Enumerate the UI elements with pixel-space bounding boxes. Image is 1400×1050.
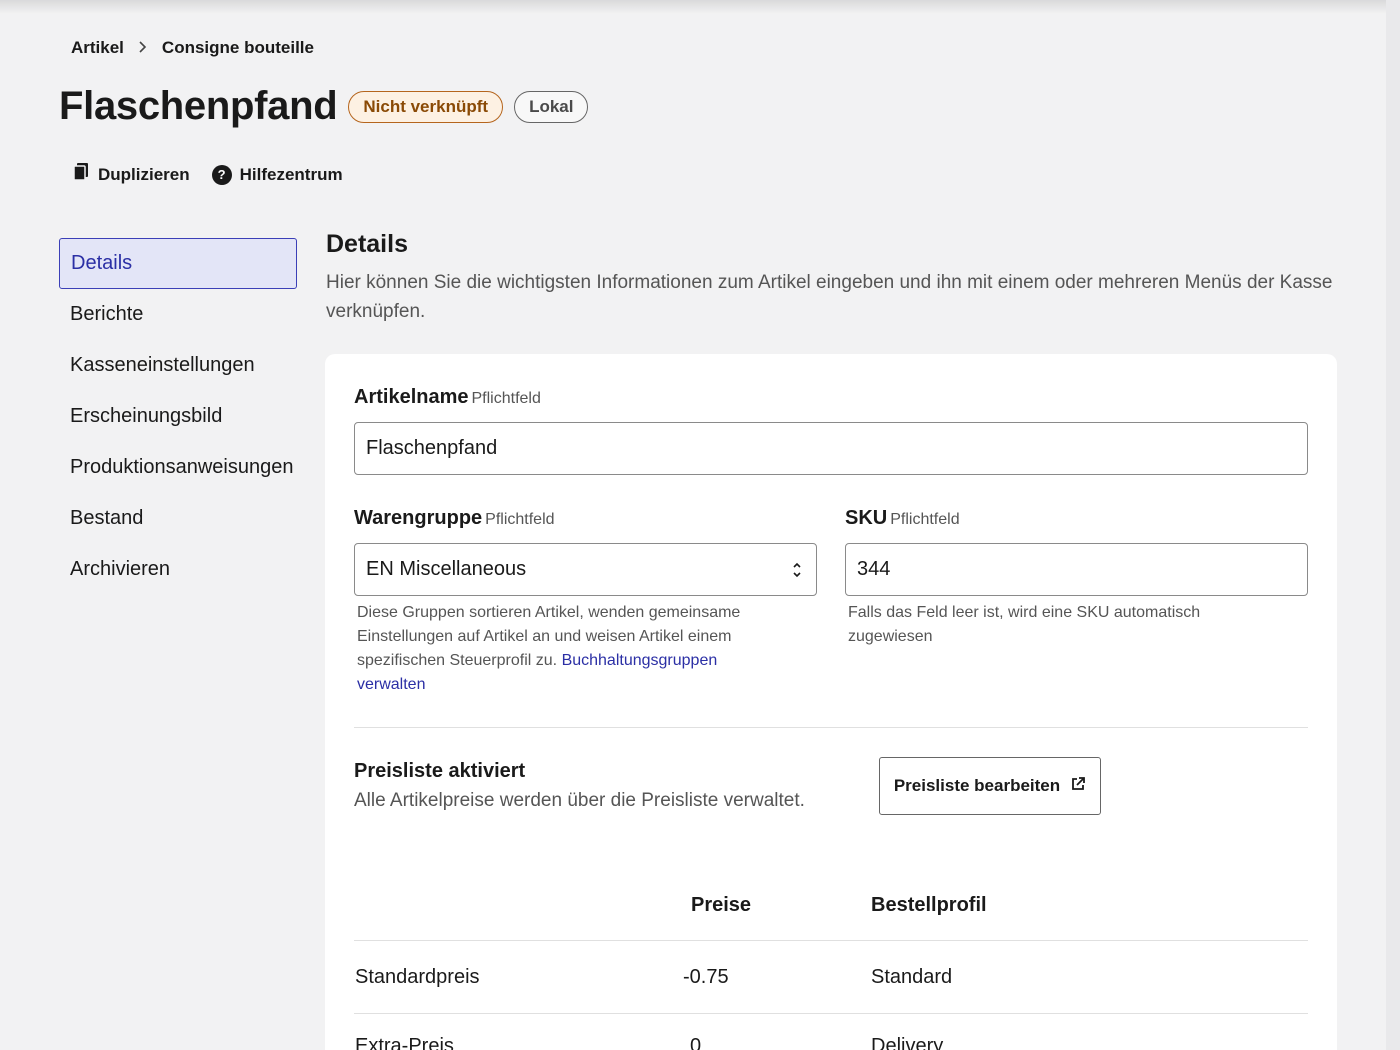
- row-price: 0: [690, 1034, 702, 1050]
- sidebar-item-appearance[interactable]: Erscheinungsbild: [59, 391, 297, 442]
- pricelist-description: Alle Artikelpreise werden über die Preis…: [354, 790, 805, 811]
- scope-badge: Lokal: [514, 90, 589, 123]
- chevron-right-icon: [138, 40, 148, 56]
- sku-help: Falls das Feld leer ist, wird eine SKU a…: [848, 604, 1201, 645]
- help-center-link[interactable]: ? Hilfezentrum: [211, 164, 343, 185]
- table-header-profile: Bestellprofil: [871, 894, 987, 916]
- required-tag: Pflichtfeld: [890, 511, 960, 528]
- external-link-icon: [1070, 776, 1086, 797]
- divider: [354, 727, 1308, 728]
- sidebar-item-production[interactable]: Produktionsanweisungen: [59, 442, 297, 493]
- copy-icon: [72, 162, 90, 187]
- item-name-input[interactable]: Flaschenpfand: [354, 422, 1308, 475]
- sidebar-item-label: Archivieren: [70, 558, 171, 580]
- scrollbar[interactable]: [1386, 0, 1400, 1050]
- sku-label: SKU Pflichtfeld: [845, 507, 960, 530]
- item-name-label-text: Artikelname: [354, 386, 469, 408]
- required-tag: Pflichtfeld: [471, 390, 541, 407]
- sidebar-item-label: Kasseneinstellungen: [70, 354, 255, 376]
- breadcrumb: Artikel Consigne bouteille: [71, 38, 314, 58]
- help-center-label: Hilfezentrum: [239, 164, 343, 184]
- row-name: Standardpreis: [355, 965, 480, 988]
- page-actions: Duplizieren ? Hilfezentrum: [72, 162, 343, 187]
- item-name-value: Flaschenpfand: [366, 437, 498, 459]
- pricelist-title: Preisliste aktiviert: [354, 760, 526, 782]
- edit-pricelist-button[interactable]: Preisliste bearbeiten: [879, 757, 1101, 815]
- row-name: Extra-Preis: [355, 1034, 454, 1050]
- item-name-label: Artikelname Pflichtfeld: [354, 386, 541, 409]
- sidebar-item-reports[interactable]: Berichte: [59, 289, 297, 340]
- row-profile: Delivery: [871, 1034, 944, 1050]
- product-group-label: Warengruppe Pflichtfeld: [354, 507, 555, 530]
- sku-input[interactable]: 344: [845, 543, 1308, 596]
- sidebar: Details Berichte Kasseneinstellungen Ers…: [59, 238, 297, 595]
- product-group-select[interactable]: EN Miscellaneous: [354, 543, 817, 596]
- edit-pricelist-label: Preisliste bearbeiten: [893, 776, 1061, 795]
- details-card: Artikelname Pflichtfeld Flaschenpfand War…: [325, 354, 1337, 1050]
- sidebar-item-label: Bestand: [70, 507, 144, 529]
- duplicate-label: Duplizieren: [98, 164, 190, 184]
- table-row: Standardpreis -0.75 Standard: [354, 941, 1308, 1013]
- top-shadow: [0, 0, 1400, 14]
- section-title: Details: [326, 230, 408, 258]
- sidebar-item-label: Details: [71, 252, 133, 274]
- sidebar-item-label: Erscheinungsbild: [70, 405, 223, 427]
- required-tag: Pflichtfeld: [485, 511, 555, 528]
- help-icon: ?: [211, 164, 232, 185]
- sidebar-item-pos-settings[interactable]: Kasseneinstellungen: [59, 340, 297, 391]
- duplicate-button[interactable]: Duplizieren: [72, 162, 190, 187]
- sku-value: 344: [857, 558, 891, 580]
- sidebar-item-stock[interactable]: Bestand: [59, 493, 297, 544]
- product-group-label-text: Warengruppe: [354, 507, 483, 529]
- sku-label-text: SKU: [845, 507, 888, 529]
- sidebar-item-label: Berichte: [70, 303, 144, 325]
- status-badge: Nicht verknüpft: [348, 90, 504, 123]
- product-group-help: Diese Gruppen sortieren Artikel, wenden …: [357, 601, 777, 697]
- select-arrows-icon: [792, 560, 802, 580]
- sidebar-item-label: Produktionsanweisungen: [70, 456, 294, 478]
- page-title: Flaschenpfand: [59, 84, 338, 128]
- sidebar-item-details[interactable]: Details: [59, 238, 297, 289]
- table-row: Extra-Preis 0 Delivery: [354, 1010, 1308, 1050]
- section-description: Hier können Sie die wichtigsten Informat…: [326, 272, 1333, 322]
- table-header-price: Preise: [691, 894, 752, 916]
- sidebar-item-archive[interactable]: Archivieren: [59, 544, 297, 595]
- row-profile: Standard: [871, 965, 953, 988]
- row-price: -0.75: [683, 965, 729, 988]
- product-group-value: EN Miscellaneous: [366, 558, 527, 580]
- breadcrumb-root-link[interactable]: Artikel: [71, 38, 124, 58]
- title-row: Flaschenpfand Nicht verknüpft Lokal: [59, 84, 589, 129]
- breadcrumb-current: Consigne bouteille: [161, 38, 314, 57]
